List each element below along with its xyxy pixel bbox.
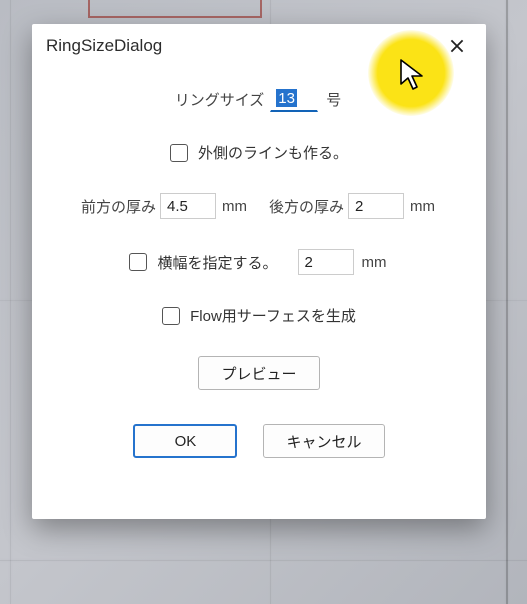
cancel-button[interactable]: キャンセル [263, 424, 384, 458]
back-thickness-label: 後方の厚み [269, 196, 344, 217]
width-label: 横幅を指定する。 [157, 252, 277, 273]
outer-line-checkbox[interactable]: 外側のラインも作る。 [170, 142, 348, 163]
flow-surface-label: Flow用サーフェスを生成 [190, 305, 356, 326]
axis-line [506, 0, 508, 604]
outer-line-row: 外側のラインも作る。 [46, 142, 472, 163]
flow-surface-checkbox[interactable]: Flow用サーフェスを生成 [162, 305, 356, 326]
preview-button[interactable]: プレビュー [198, 356, 319, 390]
front-thickness-label: 前方の厚み [81, 196, 156, 217]
ring-size-input[interactable] [270, 86, 318, 112]
dialog-footer: OK キャンセル [46, 424, 472, 458]
back-thickness-unit: mm [408, 198, 437, 215]
front-thickness-input[interactable] [160, 193, 216, 219]
close-icon [450, 39, 464, 53]
close-button[interactable] [434, 28, 480, 64]
ring-size-row: リングサイズ 13 号 [46, 86, 472, 112]
width-row: 横幅を指定する。 mm [46, 249, 472, 275]
3d-viewport-background: RingSizeDialog リングサイズ 13 号 外側のラインも作る。 [0, 0, 527, 604]
ring-size-dialog: RingSizeDialog リングサイズ 13 号 外側のラインも作る。 [32, 24, 486, 519]
checkbox-icon [129, 253, 147, 271]
outer-line-label: 外側のラインも作る。 [198, 142, 348, 163]
geometry-outline [88, 0, 262, 18]
grid-line [10, 0, 11, 604]
window-title: RingSizeDialog [46, 36, 162, 56]
flow-surface-row: Flow用サーフェスを生成 [46, 305, 472, 326]
thickness-row: 前方の厚み mm 後方の厚み mm [46, 193, 472, 219]
titlebar: RingSizeDialog [32, 24, 486, 68]
width-input[interactable] [298, 249, 354, 275]
ok-button[interactable]: OK [133, 424, 237, 458]
width-unit: mm [360, 254, 389, 271]
front-thickness-unit: mm [220, 198, 249, 215]
checkbox-icon [162, 307, 180, 325]
back-thickness-input[interactable] [348, 193, 404, 219]
preview-row: プレビュー [46, 356, 472, 390]
grid-line [0, 560, 527, 561]
ring-size-unit: 号 [324, 89, 343, 110]
width-checkbox[interactable]: 横幅を指定する。 [129, 252, 277, 273]
dialog-body: リングサイズ 13 号 外側のラインも作る。 前方の厚み mm 後方の厚み [32, 68, 486, 519]
ring-size-label: リングサイズ [175, 89, 265, 110]
checkbox-icon [170, 144, 188, 162]
